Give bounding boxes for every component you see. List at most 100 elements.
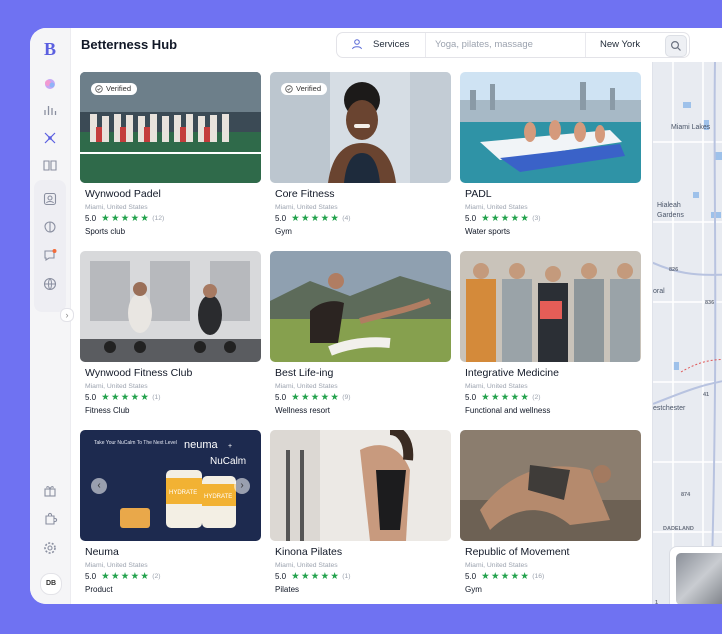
brain-icon[interactable]: [42, 219, 58, 235]
star-rating-icons: ★★★★★: [291, 213, 341, 224]
listing-card-wynwood-fitness-club[interactable]: Wynwood Fitness Club Miami, United State…: [80, 251, 261, 421]
listing-photo[interactable]: [270, 251, 451, 362]
carousel-next-button[interactable]: ›: [234, 478, 250, 494]
gear-icon[interactable]: [42, 540, 58, 556]
listing-card-integrative-medicine[interactable]: Integrative Medicine Miami, United State…: [460, 251, 641, 421]
sparkle-icon[interactable]: [42, 76, 58, 92]
listing-location: Miami, United States: [85, 562, 148, 569]
listing-rating: 5.0 ★★★★★ (12): [85, 213, 165, 224]
listing-card-neuma[interactable]: Take Your NuCalm To The Next Level neuma…: [80, 430, 261, 600]
page-title: Betterness Hub: [81, 37, 178, 52]
map-label: oral: [653, 288, 665, 295]
listing-name[interactable]: Wynwood Padel: [85, 188, 161, 200]
listing-card-wynwood-padel[interactable]: Verified Wynwood Padel Miami, United Sta…: [80, 72, 261, 242]
listing-category: Gym: [465, 585, 482, 594]
listing-card-core-fitness[interactable]: Verified Core Fitness Miami, United Stat…: [270, 72, 451, 242]
listing-category: Wellness resort: [275, 406, 330, 415]
star-rating-icons: ★★★★★: [101, 571, 151, 582]
listing-name[interactable]: Republic of Movement: [465, 546, 569, 558]
user-icon: [352, 39, 362, 50]
puzzle-icon[interactable]: [42, 511, 58, 527]
listing-rating: 5.0 ★★★★★ (4): [275, 213, 351, 224]
listing-name[interactable]: Integrative Medicine: [465, 367, 559, 379]
globe-icon[interactable]: [42, 276, 58, 292]
app-logo[interactable]: B: [42, 40, 58, 58]
road-shield: 874: [681, 492, 691, 498]
listing-name[interactable]: Neuma: [85, 546, 119, 558]
listing-card-padl[interactable]: PADL Miami, United States 5.0 ★★★★★ (3) Wa…: [460, 72, 641, 242]
listing-rating: 5.0 ★★★★★ (3): [465, 213, 541, 224]
listing-location: Miami, United States: [465, 204, 528, 211]
listing-rating: 5.0 ★★★★★ (2): [465, 392, 541, 403]
listing-category: Pilates: [275, 585, 300, 594]
check-circle-icon: [95, 85, 103, 93]
listing-name[interactable]: Wynwood Fitness Club: [85, 367, 192, 379]
road-shield: 836: [705, 300, 715, 306]
listing-rating: 5.0 ★★★★★ (9): [275, 392, 351, 403]
network-icon[interactable]: [42, 130, 58, 146]
listing-photo[interactable]: [80, 251, 261, 362]
listing-category: Sports club: [85, 227, 126, 236]
listing-category: Product: [85, 585, 113, 594]
star-rating-icons: ★★★★★: [291, 571, 341, 582]
star-rating-icons: ★★★★★: [101, 392, 151, 403]
carousel-prev-button[interactable]: ‹: [91, 478, 107, 494]
listing-photo[interactable]: [460, 72, 641, 183]
listing-name[interactable]: Best Life-ing: [275, 367, 333, 379]
listing-photo[interactable]: [460, 251, 641, 362]
listing-rating: 5.0 ★★★★★ (1): [275, 571, 351, 582]
bar-chart-icon[interactable]: [42, 102, 58, 118]
star-rating-icons: ★★★★★: [481, 213, 531, 224]
collapse-sidebar-button[interactable]: ›: [60, 308, 74, 322]
gift-icon[interactable]: [42, 483, 58, 499]
listing-name[interactable]: PADL: [465, 188, 492, 200]
listing-name[interactable]: Kinona Pilates: [275, 546, 342, 558]
map-preview-photo: [676, 553, 722, 604]
location-field[interactable]: New York: [585, 33, 668, 57]
services-label: Services: [373, 39, 410, 50]
road-shield: 826: [669, 267, 679, 273]
map-label: Gardens: [657, 212, 684, 219]
chat-notification-icon[interactable]: [42, 247, 58, 263]
listing-rating: 5.0 ★★★★★ (1): [85, 392, 161, 403]
star-rating-icons: ★★★★★: [481, 392, 531, 403]
sidebar: B › DB: [30, 28, 74, 604]
ad-headline: Take Your NuCalm To The Next Level: [94, 440, 177, 446]
listing-card-best-life-ing[interactable]: Best Life-ing Miami, United States 5.0 ★★…: [270, 251, 451, 421]
listing-category: Gym: [275, 227, 292, 236]
listing-location: Miami, United States: [275, 204, 338, 211]
listing-photo[interactable]: [460, 430, 641, 541]
listing-photo[interactable]: [270, 430, 451, 541]
verified-badge: Verified: [281, 83, 328, 95]
profile-card-icon[interactable]: [42, 191, 58, 207]
ad-plus: +: [228, 443, 232, 450]
ad-jar-label: HYDRATE: [204, 494, 232, 500]
listing-rating: 5.0 ★★★★★ (2): [85, 571, 161, 582]
road-shield: 41: [703, 392, 710, 398]
user-avatar[interactable]: DB: [40, 573, 62, 595]
listing-name[interactable]: Core Fitness: [275, 188, 335, 200]
book-icon[interactable]: [42, 157, 58, 173]
listing-grid: Verified Wynwood Padel Miami, United Sta…: [80, 72, 650, 604]
listing-category: Fitness Club: [85, 406, 130, 415]
listing-card-republic-of-movement[interactable]: Republic of Movement Miami, United State…: [460, 430, 641, 600]
map-panel[interactable]: Miami Lakes Hialeah Gardens oral estches…: [652, 62, 722, 604]
listing-category: Functional and wellness: [465, 406, 551, 415]
check-circle-icon: [285, 85, 293, 93]
listing-location: Miami, United States: [275, 383, 338, 390]
star-rating-icons: ★★★★★: [291, 392, 341, 403]
services-dropdown[interactable]: Services: [337, 33, 426, 57]
map-label: estchester: [653, 405, 686, 412]
search-icon: [670, 40, 681, 51]
ad-brand-nucalm: NuCalm: [210, 456, 246, 467]
map-label: Hialeah: [657, 202, 681, 209]
search-input[interactable]: Yoga, pilates, massage: [435, 39, 533, 50]
listing-location: Miami, United States: [465, 383, 528, 390]
listing-card-kinona-pilates[interactable]: Kinona Pilates Miami, United States 5.0 ★…: [270, 430, 451, 600]
map-preview-card[interactable]: [669, 546, 722, 604]
listing-location: Miami, United States: [275, 562, 338, 569]
ad-brand-neuma: neuma: [184, 439, 219, 451]
search-button[interactable]: [665, 35, 687, 57]
star-rating-icons: ★★★★★: [101, 213, 151, 224]
verified-badge: Verified: [91, 83, 138, 95]
